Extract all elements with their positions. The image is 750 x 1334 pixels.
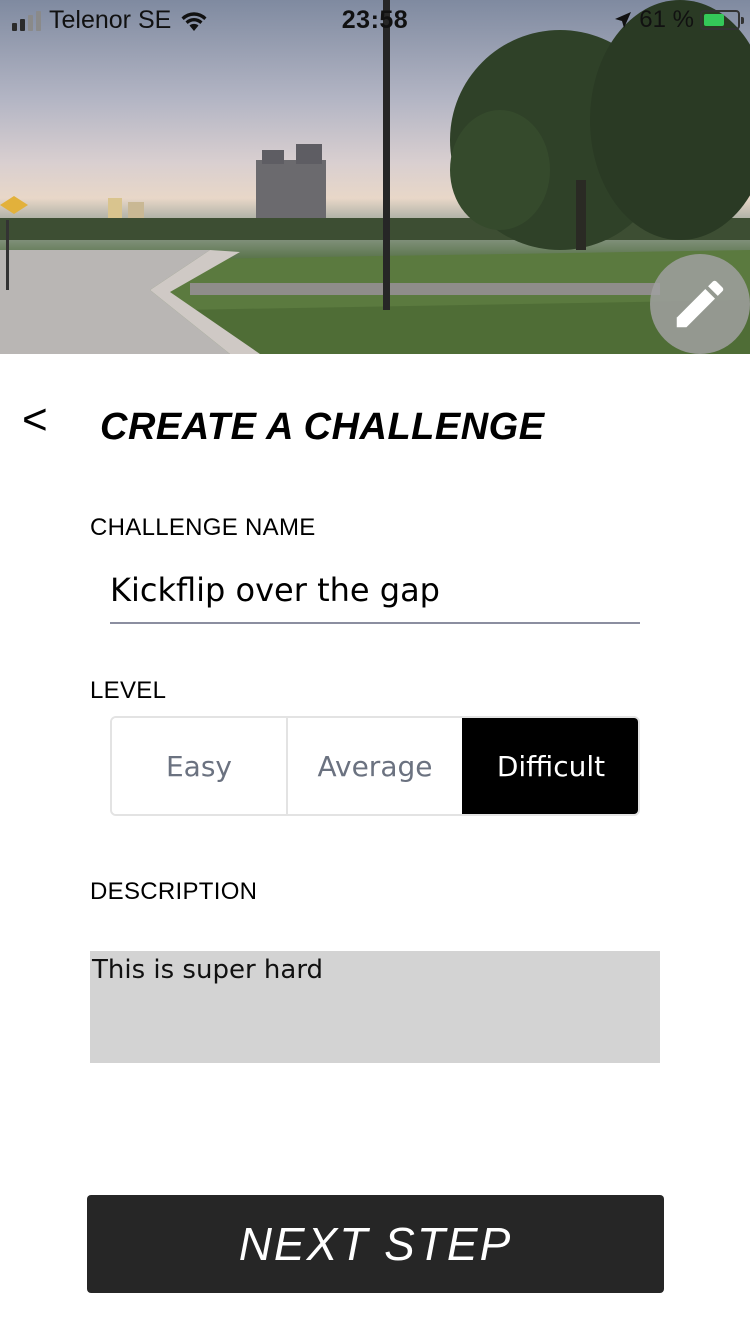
description-label: DESCRIPTION bbox=[90, 878, 258, 905]
park-scene bbox=[0, 0, 750, 354]
location-arrow-icon bbox=[615, 12, 632, 28]
hero-photo bbox=[0, 0, 750, 354]
back-button[interactable]: < bbox=[22, 398, 48, 442]
level-segmented-control: Easy Average Difficult bbox=[110, 716, 640, 816]
status-bar: Telenor SE 23:58 61 % bbox=[0, 0, 750, 40]
level-option-difficult[interactable]: Difficult bbox=[462, 718, 638, 814]
level-label: LEVEL bbox=[90, 677, 167, 704]
challenge-name-label: CHALLENGE NAME bbox=[90, 514, 316, 541]
next-step-button[interactable]: NEXT STEP bbox=[87, 1195, 664, 1293]
level-option-easy[interactable]: Easy bbox=[112, 718, 286, 814]
pencil-icon bbox=[676, 280, 724, 328]
edit-photo-button[interactable] bbox=[650, 254, 750, 354]
battery-percent: 61 % bbox=[639, 6, 694, 33]
battery-level-fill bbox=[704, 14, 724, 26]
page-title: CREATE A CHALLENGE bbox=[100, 406, 545, 448]
description-textarea[interactable]: This is super hard bbox=[90, 951, 660, 1063]
battery-icon bbox=[700, 10, 744, 30]
challenge-name-input[interactable] bbox=[110, 558, 640, 624]
level-option-average[interactable]: Average bbox=[286, 718, 462, 814]
